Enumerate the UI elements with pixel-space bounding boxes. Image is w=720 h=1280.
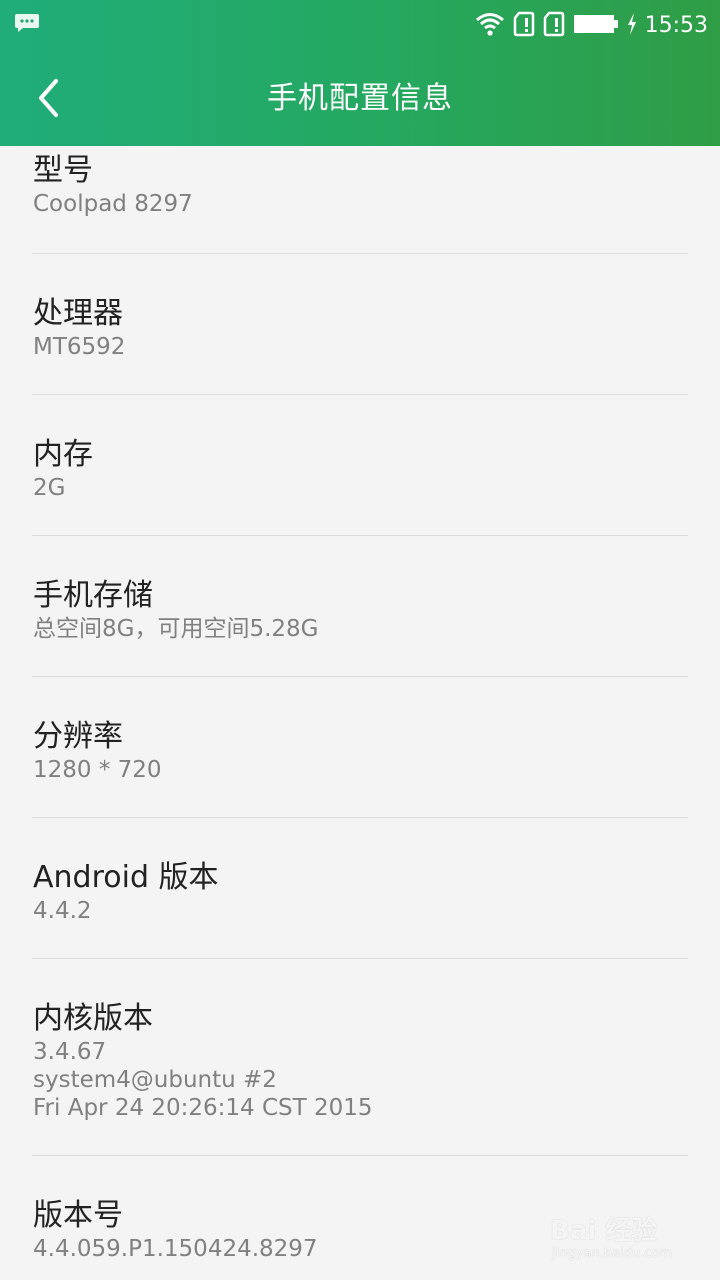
list-item-value: Coolpad 8297 [33,191,193,217]
list-item-value: Fri Apr 24 20:26:14 CST 2015 [33,1095,373,1121]
list-item-model[interactable]: 型号 Coolpad 8297 [32,146,688,254]
list-item-title: 手机存储 [33,578,153,613]
list-item-title: 内存 [33,437,93,472]
status-bar: 15:53 [0,0,720,52]
list-item-title: 版本号 [33,1198,123,1233]
list-item-value: 2G [33,475,66,501]
status-icons: 15:53 [475,10,708,42]
charging-icon [627,12,637,40]
wifi-icon [475,11,505,41]
list-item-title: 内核版本 [33,1001,153,1036]
list-item-title: 型号 [33,153,93,188]
list-item-title: 分辨率 [33,719,123,754]
battery-icon [573,13,619,39]
sim-card-1-icon [513,11,535,41]
list-item-resolution[interactable]: 分辨率 1280 * 720 [32,676,688,818]
list-item-android-version[interactable]: Android 版本 4.4.2 [32,817,688,959]
baidu-jingyan-watermark: Bai 经验 jingyan.baidu.com [550,1198,690,1268]
list-item-value: 3.4.67 [33,1039,107,1065]
list-item-value: 4.4.059.P1.150424.8297 [33,1236,318,1262]
sim-card-2-icon [543,11,565,41]
action-bar: 手机配置信息 [0,52,720,146]
list-item-title: 处理器 [33,296,123,331]
list-item-storage[interactable]: 手机存储 总空间8G，可用空间5.28G [32,535,688,677]
list-item-kernel-version[interactable]: 内核版本 3.4.67 system4@ubuntu #2 Fri Apr 24… [32,958,688,1156]
watermark-logo-text: Bai 经验 [550,1216,658,1246]
app-header: 15:53 手机配置信息 [0,0,720,146]
list-item-value: system4@ubuntu #2 [33,1067,277,1093]
list-item-value: 1280 * 720 [33,757,162,783]
list-item-value: 总空间8G，可用空间5.28G [33,616,319,642]
back-button[interactable] [26,76,70,120]
list-item-value: MT6592 [33,334,126,360]
list-item-processor[interactable]: 处理器 MT6592 [32,253,688,395]
settings-list-scroll[interactable]: 型号 Coolpad 8297 处理器 MT6592 内存 2G 手机存储 总空… [0,146,720,1280]
list-item-memory[interactable]: 内存 2G [32,394,688,536]
list-item-title: Android 版本 [33,860,219,895]
list-item-value: 4.4.2 [33,898,92,924]
status-time: 15:53 [644,13,708,38]
chevron-left-icon [39,79,58,117]
page-title: 手机配置信息 [267,81,453,116]
watermark-url: jingyan.baidu.com [552,1246,672,1261]
notification-bubble-icon [14,13,40,33]
